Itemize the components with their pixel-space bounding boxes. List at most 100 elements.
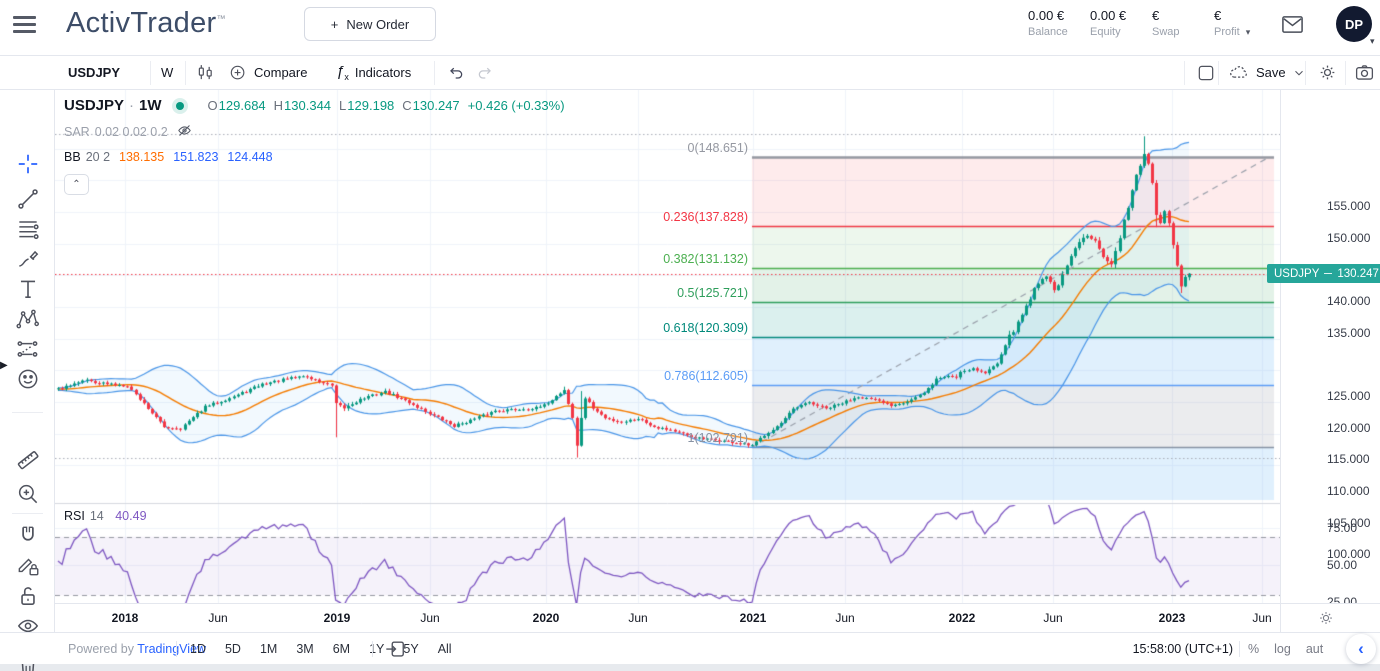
legend-collapse-button[interactable]: ⌃ — [64, 174, 89, 195]
account-stat: €Profit▾ — [1214, 8, 1262, 38]
drawing-pencil-lock-icon[interactable] — [15, 553, 41, 579]
redo-icon[interactable] — [471, 56, 497, 89]
time-tick-label: Jun — [1252, 611, 1271, 625]
bb-value: 124.448 — [227, 150, 272, 164]
ruler-icon[interactable] — [15, 447, 41, 473]
bottom-toolbar: Powered by TradingView 1D5D1M3M6M1Y5YAll… — [0, 632, 1380, 664]
account-stats: 0.00 €Balance0.00 €Equity€Swap€Profit▾ — [1028, 8, 1276, 38]
account-stat: 0.00 €Balance — [1028, 8, 1076, 38]
text-icon[interactable] — [15, 276, 41, 302]
compare-icon — [228, 63, 248, 83]
date-range-buttons: 1D5D1M3M6M1Y5YAll — [190, 642, 452, 656]
avatar[interactable]: DP — [1336, 6, 1372, 42]
new-order-button[interactable]: +New Order — [304, 7, 436, 41]
time-tick-label: Jun — [835, 611, 854, 625]
price-tick-label: 150.000 — [1327, 231, 1370, 245]
legend-symbol[interactable]: USDJPY — [64, 97, 124, 114]
compare-button[interactable]: Compare — [228, 56, 307, 89]
time-tick-label: Jun — [208, 611, 227, 625]
chart-toolbar: USDJPY W Compare ƒx Indicators Save — [0, 56, 1380, 90]
sidebar-expand-arrow[interactable]: ▶ — [0, 360, 8, 371]
drawing-toolbar — [0, 90, 55, 632]
undo-icon[interactable] — [443, 56, 469, 89]
axis-settings-corner — [1280, 603, 1380, 632]
price-tick-label: 120.000 — [1327, 421, 1370, 435]
time-tick-label: 2023 — [1159, 611, 1186, 625]
powered-by: Powered by TradingView — [68, 642, 206, 656]
range-button-1d[interactable]: 1D — [190, 642, 206, 656]
indicators-button[interactable]: ƒx Indicators — [336, 56, 411, 89]
session-clock[interactable]: 15:58:00 (UTC+1) — [1108, 642, 1233, 656]
price-scale[interactable]: 155.000150.000145.000140.000135.000125.0… — [1280, 90, 1380, 603]
chart-legend: USDJPY · 1W O129.684H130.344L129.198C130… — [64, 97, 565, 195]
menu-icon[interactable] — [13, 16, 36, 33]
mail-icon[interactable] — [1279, 13, 1306, 36]
scale-mode-log[interactable]: log — [1274, 642, 1291, 656]
crosshair-icon[interactable] — [15, 151, 41, 177]
range-button-all[interactable]: All — [438, 642, 452, 656]
fib-retracement-icon[interactable] — [15, 216, 41, 242]
account-stat: 0.00 €Equity — [1090, 8, 1138, 38]
scale-mode-percent[interactable]: % — [1248, 642, 1259, 656]
screenshot-camera-icon[interactable] — [1350, 56, 1378, 89]
rsi-value: 40.49 — [115, 509, 146, 523]
time-scale[interactable]: 2018Jun2019Jun2020Jun2021Jun2022Jun2023J… — [55, 603, 1280, 632]
eye-hidden-icon[interactable] — [176, 122, 193, 142]
price-tick-label: 140.000 — [1327, 294, 1370, 308]
fib-level-label: 0.236(137.828) — [538, 210, 748, 224]
candle-style-icon[interactable] — [193, 56, 217, 89]
fib-level-label: 0.382(131.132) — [538, 252, 748, 266]
fib-level-label: 1(102.791) — [538, 431, 748, 445]
ohlc-values: O129.684H130.344L129.198C130.247 — [200, 98, 460, 113]
profit-caret-icon[interactable]: ▾ — [1246, 27, 1251, 37]
layout-select-icon[interactable] — [1192, 56, 1220, 89]
change-value: +0.426 (+0.33%) — [468, 98, 565, 113]
lock-all-drawings-icon[interactable] — [15, 583, 41, 609]
bb-value: 138.135 — [119, 150, 164, 164]
projection-icon[interactable] — [15, 336, 41, 362]
last-price-chip: USDJPY130.247 — [1267, 264, 1380, 283]
time-tick-label: 2022 — [949, 611, 976, 625]
collapse-panel-button[interactable]: ‹ — [1346, 634, 1376, 664]
xabcd-pattern-icon[interactable] — [15, 306, 41, 332]
interval-button[interactable]: W — [161, 56, 173, 89]
go-to-date-icon[interactable] — [384, 638, 406, 660]
sar-indicator-row: SAR0.02 0.02 0.2 — [64, 122, 565, 142]
scale-mode-aut[interactable]: aut — [1306, 642, 1323, 656]
brush-icon[interactable] — [15, 246, 41, 272]
zoom-in-icon[interactable] — [15, 481, 41, 507]
bb-indicator-row: BB20 2 138.135151.823124.448 — [64, 150, 565, 164]
trend-line-icon[interactable] — [15, 186, 41, 212]
time-tick-label: Jun — [628, 611, 647, 625]
avatar-caret-icon[interactable]: ▾ — [1370, 36, 1375, 47]
app-logo: ActivTrader™ — [66, 7, 226, 40]
time-tick-label: 2018 — [112, 611, 139, 625]
scale-mode-buttons: % log aut — [1248, 642, 1352, 656]
toolbar-separator — [12, 412, 43, 413]
price-tick-label: 155.000 — [1327, 199, 1370, 213]
range-button-5d[interactable]: 5D — [225, 642, 241, 656]
symbol-search-button[interactable]: USDJPY — [68, 56, 120, 89]
time-tick-label: Jun — [420, 611, 439, 625]
trademark: ™ — [216, 13, 225, 23]
range-button-1m[interactable]: 1M — [260, 642, 277, 656]
chart-settings-gear-icon[interactable] — [1313, 56, 1341, 89]
range-button-3m[interactable]: 3M — [296, 642, 313, 656]
bb-value: 151.823 — [173, 150, 218, 164]
axis-settings-gear-icon[interactable] — [1317, 609, 1335, 627]
top-bar: ActivTrader™ +New Order 0.00 €Balance 0.0… — [0, 0, 1380, 56]
save-button[interactable]: Save — [1228, 56, 1306, 89]
emoji-icon[interactable] — [15, 366, 41, 392]
chevron-down-icon — [1292, 66, 1306, 80]
time-tick-label: Jun — [1043, 611, 1062, 625]
fib-level-label: 0.5(125.721) — [538, 286, 748, 300]
time-tick-label: 2019 — [324, 611, 351, 625]
legend-interval: 1W — [139, 97, 162, 114]
legend-separator: · — [129, 97, 134, 114]
price-tick-label: 115.000 — [1327, 452, 1370, 466]
rsi-tick-label: 75.00 — [1327, 521, 1357, 535]
market-status-dot[interactable] — [176, 102, 184, 110]
range-button-6m[interactable]: 6M — [333, 642, 350, 656]
time-tick-label: 2020 — [533, 611, 560, 625]
magnet-icon[interactable] — [15, 523, 41, 549]
